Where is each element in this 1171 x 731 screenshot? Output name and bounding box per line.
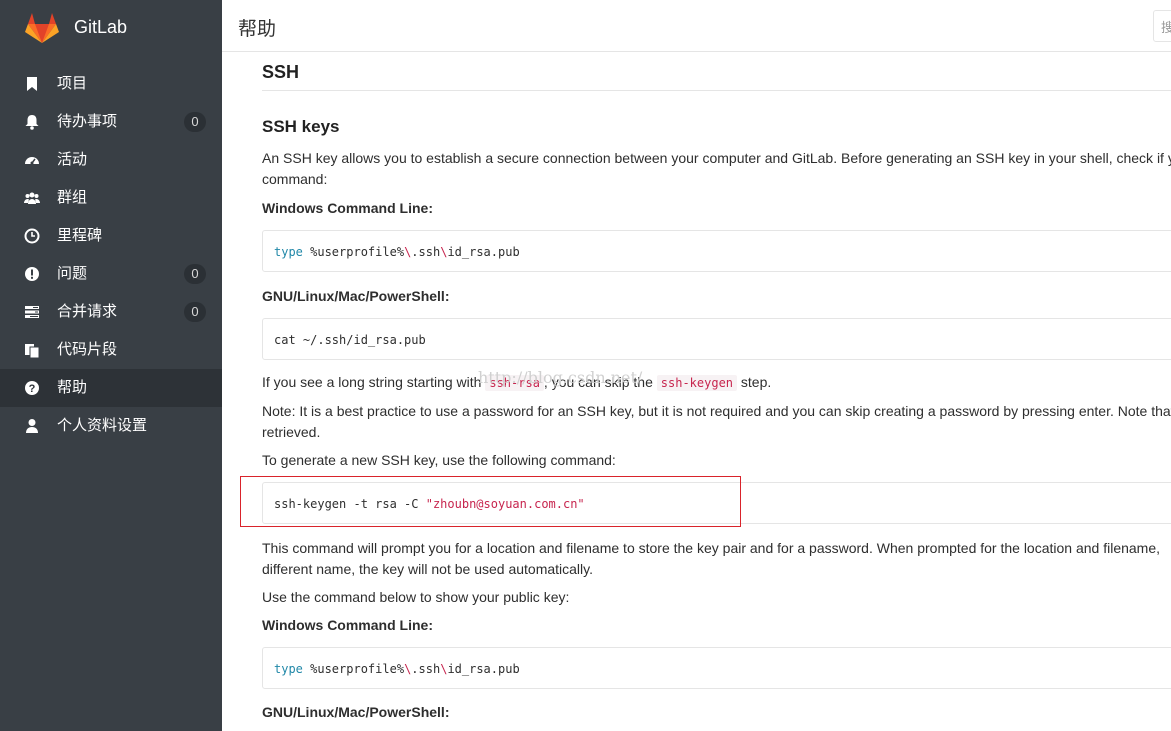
section-heading-ssh-keys: SSH keys	[262, 117, 340, 136]
label-unix-command: GNU/Linux/Mac/PowerShell:	[262, 288, 450, 304]
section-heading-ssh: SSH	[262, 62, 300, 82]
text: If you see a long string starting with	[262, 374, 486, 390]
code-text: id_rsa.pub	[447, 245, 520, 259]
inline-code-ssh-keygen: ssh-keygen	[656, 375, 738, 391]
todos-count-badge: 0	[184, 112, 206, 132]
sidebar-item-help[interactable]: ? 帮助	[0, 369, 222, 407]
bell-icon	[25, 115, 39, 130]
code-block-windows: type %userprofile%\.ssh\id_rsa.pub	[262, 230, 1171, 272]
sidebar-item-todos[interactable]: 待办事项 0	[0, 103, 222, 141]
users-icon	[24, 192, 40, 204]
code-text: id_rsa.pub	[447, 662, 520, 676]
code-text: .ssh	[411, 662, 441, 676]
tasks-icon	[25, 306, 39, 318]
paragraph-note: Note: It is a best practice to use a pas…	[262, 403, 1171, 419]
sidebar-item-label: 群组	[57, 189, 88, 206]
bookmark-icon	[27, 77, 37, 91]
label-windows-command: Windows Command Line:	[262, 617, 433, 633]
sidebar-item-merge-requests[interactable]: 合并请求 0	[0, 293, 222, 331]
paragraph-show-key: Use the command below to show your publi…	[262, 589, 570, 605]
clipboard-icon	[25, 344, 40, 358]
label-unix-command: GNU/Linux/Mac/PowerShell:	[262, 704, 450, 720]
watermark: http://blog.csdn.net/	[478, 368, 643, 387]
brand[interactable]: GitLab	[0, 0, 222, 56]
user-icon	[26, 419, 38, 433]
sidebar-item-projects[interactable]: 项目	[0, 65, 222, 103]
sidebar-item-label: 待办事项	[57, 113, 118, 130]
annotation-highlight-box	[240, 476, 741, 527]
sidebar-item-label: 代码片段	[57, 341, 118, 358]
sidebar-item-label: 个人资料设置	[57, 417, 148, 434]
issues-count-badge: 0	[184, 264, 206, 284]
divider	[262, 90, 1171, 91]
code-text: .ssh	[411, 245, 441, 259]
sidebar-nav: 项目 待办事项 0 活动 群组 里程碑 问题 0 合并请求 0 代码片段 ? 帮…	[0, 65, 222, 445]
sidebar: GitLab 项目 待办事项 0 活动 群组 里程碑 问题 0 合并请求 0 代…	[0, 0, 222, 731]
clock-icon	[24, 228, 40, 244]
sidebar-item-activity[interactable]: 活动	[0, 141, 222, 179]
paragraph-prompt: This command will prompt you for a locat…	[262, 540, 1161, 556]
brand-name: GitLab	[74, 17, 128, 37]
sidebar-item-snippets[interactable]: 代码片段	[0, 331, 222, 369]
header-bar: 帮助 搜	[222, 0, 1171, 52]
exclamation-icon	[25, 267, 39, 281]
code-text: %userprofile%	[302, 245, 405, 259]
label-windows-command: Windows Command Line:	[262, 200, 433, 216]
merge-requests-count-badge: 0	[184, 302, 206, 322]
code-block-unix: cat ~/.ssh/id_rsa.pub	[262, 318, 1171, 360]
page-title: 帮助	[238, 19, 277, 40]
paragraph-note-cont: retrieved.	[262, 424, 321, 440]
sidebar-item-issues[interactable]: 问题 0	[0, 255, 222, 293]
code-keyword: type	[274, 662, 303, 676]
search-input[interactable]: 搜	[1153, 10, 1171, 42]
svg-text:?: ?	[29, 383, 36, 395]
text: step.	[737, 374, 772, 390]
sidebar-item-label: 帮助	[57, 379, 88, 396]
sidebar-item-label: 项目	[57, 75, 88, 92]
paragraph-generate: To generate a new SSH key, use the follo…	[262, 452, 616, 468]
sidebar-item-label: 问题	[57, 265, 88, 282]
sidebar-item-profile-settings[interactable]: 个人资料设置	[0, 407, 222, 445]
sidebar-item-label: 活动	[57, 151, 88, 168]
dashboard-icon	[25, 157, 39, 165]
gitlab-logo-icon	[25, 13, 59, 43]
sidebar-item-label: 里程碑	[57, 227, 103, 244]
code-keyword: type	[274, 245, 303, 259]
paragraph-intro-cont: command:	[262, 171, 328, 187]
sidebar-item-label: 合并请求	[57, 303, 118, 320]
paragraph-intro: An SSH key allows you to establish a sec…	[262, 150, 1171, 166]
question-icon: ?	[25, 381, 39, 395]
code-block-windows: type %userprofile%\.ssh\id_rsa.pub	[262, 647, 1171, 689]
sidebar-item-milestones[interactable]: 里程碑	[0, 217, 222, 255]
paragraph-prompt-cont: different name, the key will not be used…	[262, 561, 593, 577]
sidebar-item-groups[interactable]: 群组	[0, 179, 222, 217]
code-text: %userprofile%	[302, 662, 405, 676]
